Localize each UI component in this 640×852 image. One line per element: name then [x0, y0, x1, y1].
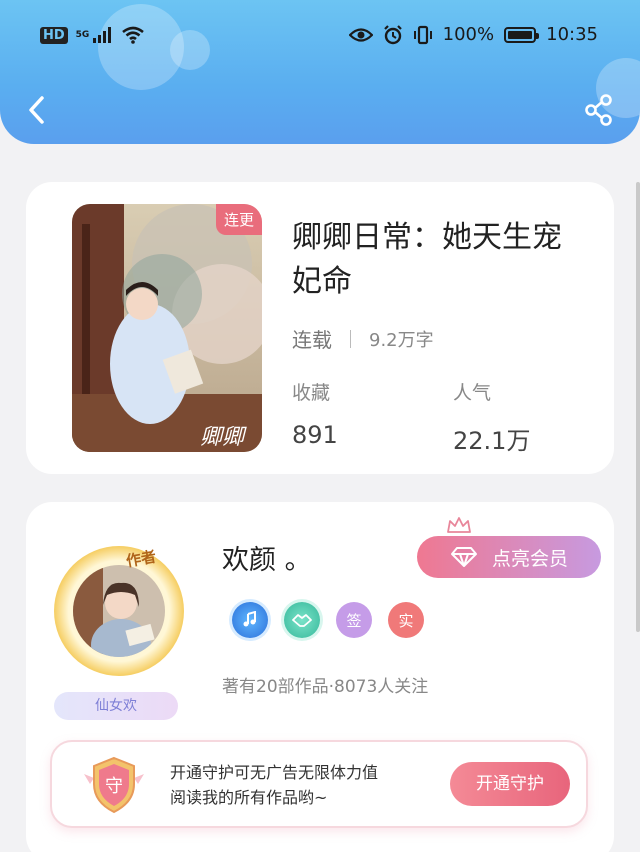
battery-percent: 100%	[442, 24, 495, 45]
vibrate-icon	[413, 25, 432, 44]
guard-text-line2: 阅读我的所有作品哟~	[170, 788, 328, 807]
divider	[350, 329, 351, 348]
author-name[interactable]: 欢颜 。	[222, 538, 312, 577]
update-badge: 连更	[215, 204, 262, 235]
author-card: 作者 仙女欢 欢颜 。 点亮会员 签 实 著有20部作品·8073人关注 守 开…	[26, 502, 614, 852]
handshake-badge-icon[interactable]	[284, 602, 320, 638]
author-avatar-frame[interactable]	[54, 546, 184, 676]
scrollbar[interactable]	[636, 182, 640, 632]
battery-icon	[504, 26, 540, 43]
word-count: 9.2万字	[369, 329, 434, 351]
author-subtitle: 仙女欢	[54, 692, 178, 720]
hd-indicator: HD	[40, 26, 68, 44]
verified-badge[interactable]: 实	[388, 602, 424, 638]
favorites-value: 891	[292, 421, 338, 449]
guard-text-line1: 开通守护可无广告无限体力值	[170, 763, 379, 782]
cover-illustration: 卿卿	[72, 204, 262, 452]
top-header: HD 5G 100% 10:35	[0, 0, 640, 144]
vip-button-label: 点亮会员	[491, 547, 568, 570]
author-badges: 签 实	[232, 602, 424, 638]
svg-text:守: 守	[105, 776, 123, 797]
crown-icon	[447, 517, 471, 533]
guard-banner: 守 开通守护可无广告无限体力值 阅读我的所有作品哟~ 开通守护	[50, 740, 588, 828]
sign-badge[interactable]: 签	[336, 602, 372, 638]
signal-icon	[93, 27, 112, 43]
avatar	[73, 565, 165, 657]
back-chevron-icon[interactable]	[22, 92, 52, 128]
author-stats: 著有20部作品·8073人关注	[222, 677, 429, 697]
vip-button[interactable]: 点亮会员	[417, 536, 601, 578]
book-meta: 连载 9.2万字	[292, 324, 434, 353]
status-bar: HD 5G 100% 10:35	[0, 0, 640, 72]
book-cover[interactable]: 卿卿 连更	[72, 204, 262, 452]
wifi-icon	[122, 26, 145, 44]
favorites-label: 收藏	[292, 382, 331, 404]
book-title: 卿卿日常：她天生宠妃命	[292, 220, 562, 299]
favorites-stat: 收藏 891	[292, 378, 338, 449]
guard-shield-icon: 守	[84, 756, 144, 814]
open-guard-button[interactable]: 开通守护	[450, 762, 570, 806]
music-badge-icon[interactable]	[232, 602, 268, 638]
alarm-icon	[383, 24, 402, 44]
popularity-label: 人气	[453, 382, 492, 404]
guard-text: 开通守护可无广告无限体力值 阅读我的所有作品哟~	[170, 760, 378, 810]
popularity-stat: 人气 22.1万	[453, 378, 530, 456]
popularity-value: 22.1万	[453, 427, 531, 455]
svg-text:卿卿: 卿卿	[200, 425, 247, 450]
clock: 10:35	[546, 24, 598, 45]
diamond-icon	[450, 547, 477, 567]
network-type: 5G	[75, 29, 90, 40]
share-icon[interactable]	[584, 94, 614, 126]
book-status: 连载	[292, 328, 332, 352]
eye-icon	[348, 27, 373, 42]
book-info-card: 卿卿 连更 卿卿日常：她天生宠妃命 连载 9.2万字 收藏 891 人气 22.…	[26, 182, 614, 474]
